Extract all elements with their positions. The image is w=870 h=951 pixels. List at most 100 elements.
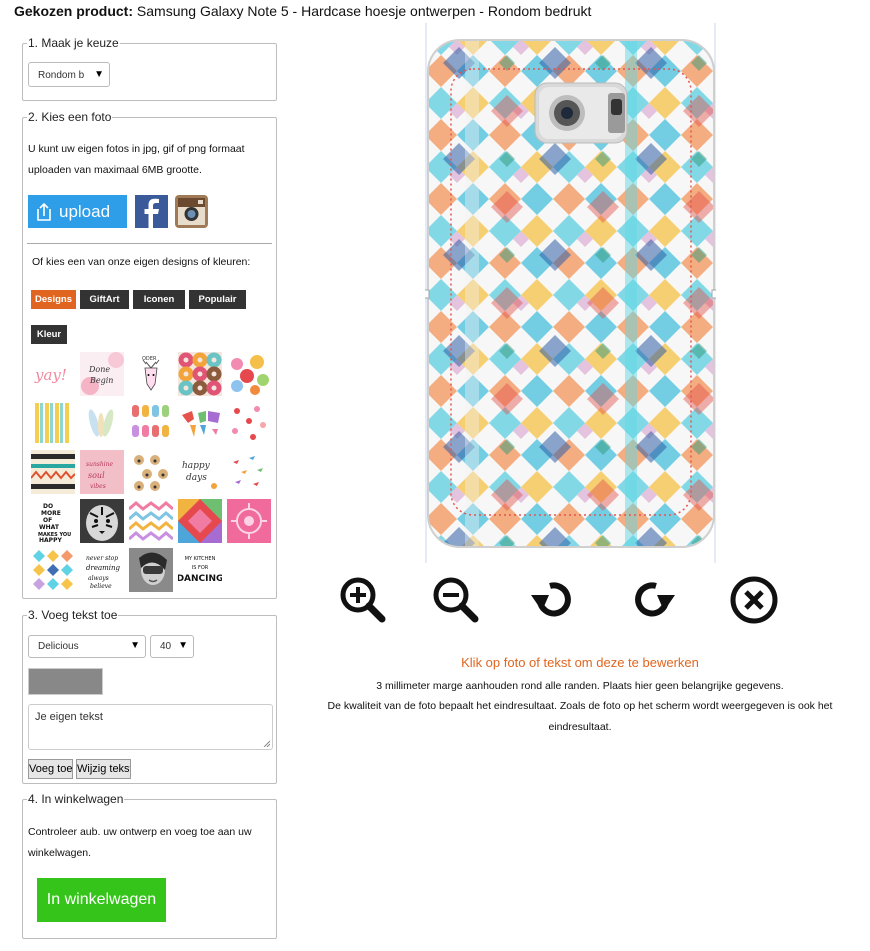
svg-text:believe: believe (90, 583, 112, 590)
product-name: Samsung Galaxy Note 5 - Hardcase hoesje … (136, 3, 592, 19)
step3-legend: 3. Voeg tekst toe (28, 608, 118, 622)
facebook-button[interactable] (135, 195, 168, 228)
step-photo-panel: 2. Kies een foto U kunt uw eigen fotos i… (22, 110, 277, 599)
svg-text:Begin: Begin (89, 376, 113, 385)
zoom-out-icon[interactable] (431, 575, 481, 625)
design-thumb-girl-photo[interactable] (129, 548, 173, 592)
cart-info-line1: Controleer aub. uw ontwerp en voeg toe a… (28, 826, 252, 838)
svg-text:dreaming: dreaming (86, 564, 121, 572)
svg-text:DO: DO (43, 503, 53, 510)
edit-text-button[interactable]: Wijzig tekst (76, 759, 131, 779)
svg-text:sunshine: sunshine (86, 461, 114, 468)
step1-legend: 1. Maak je keuze (28, 36, 119, 50)
svg-text:vibes: vibes (90, 483, 106, 490)
upload-label: upload (59, 202, 111, 221)
svg-text:never stop: never stop (86, 555, 118, 562)
design-thumb-triangles[interactable] (178, 499, 222, 543)
svg-text:Done: Done (88, 365, 110, 374)
product-title: Gekozen product: Samsung Galaxy Note 5 -… (14, 3, 591, 19)
upload-info-line2: uploaden van maximaal 6MB grootte. (28, 164, 202, 176)
design-thumb-feathers[interactable] (80, 401, 124, 445)
design-thumb-flowers[interactable] (227, 352, 271, 396)
design-thumb-popsicles[interactable] (129, 401, 173, 445)
add-to-cart-button[interactable]: In winkelwagen (37, 878, 166, 922)
upload-button[interactable]: upload (28, 195, 127, 228)
font-size-select[interactable]: 40 ▼ (150, 635, 194, 658)
product-label: Gekozen product: (14, 3, 134, 19)
design-thumb-birds[interactable] (227, 450, 271, 494)
design-thumb-florals-red[interactable] (227, 401, 271, 445)
rotate-left-icon[interactable] (528, 575, 578, 625)
step4-legend: 4. In winkelwagen (28, 792, 124, 806)
instagram-button[interactable] (175, 195, 208, 228)
step-choice-panel: 1. Maak je keuze Rondom b ▼ (22, 36, 277, 101)
chevron-down-icon: ▼ (178, 640, 188, 651)
step-cart-panel: 4. In winkelwagen Controleer aub. uw ont… (22, 792, 277, 939)
design-thumb-diamonds[interactable] (31, 548, 75, 592)
svg-text:soul: soul (88, 471, 105, 480)
design-thumb-deer[interactable]: ODER (129, 352, 173, 396)
design-thumb-my-kitchen[interactable]: MY KITCHEN IS FOR DANCING (178, 548, 222, 592)
svg-text:IS FOR: IS FOR (192, 565, 209, 571)
font-family-value: Delicious (38, 641, 79, 652)
upload-icon (37, 202, 51, 221)
design-thumb-do-more[interactable]: DOMOREOF WHATMAKES YOUHAPPY (31, 499, 75, 543)
design-thumb-pink-pattern[interactable] (227, 499, 271, 543)
svg-text:WHAT: WHAT (39, 524, 60, 531)
design-thumb-world-map[interactable] (178, 401, 222, 445)
quality-notice-line2: eindresultaat. (548, 721, 612, 733)
svg-text:yay!: yay! (34, 366, 67, 384)
resize-handle-right[interactable] (711, 289, 721, 299)
chevron-down-icon: ▼ (94, 69, 104, 80)
tab-giftart[interactable]: GiftArt (80, 290, 129, 309)
design-thumb-yay[interactable]: yay! (31, 352, 75, 396)
tab-designs[interactable]: Designs (31, 290, 76, 309)
delete-icon[interactable] (729, 575, 779, 625)
svg-text:MY KITCHEN: MY KITCHEN (185, 556, 216, 562)
design-thumb-happy-days[interactable]: happy days (178, 450, 222, 494)
design-thumb-done-begin[interactable]: Done Begin (80, 352, 124, 396)
step-text-panel: 3. Voeg tekst toe Delicious ▼ 40 ▼ Je ei… (22, 608, 277, 784)
tab-populair[interactable]: Populair (189, 290, 246, 309)
print-option-select[interactable]: Rondom b ▼ (28, 62, 110, 87)
print-option-value: Rondom b (38, 70, 85, 81)
resize-handle-icon[interactable] (263, 740, 270, 747)
custom-text-placeholder: Je eigen tekst (35, 711, 103, 723)
design-thumb-chevrons[interactable] (129, 499, 173, 543)
design-thumb-script-quote[interactable]: never stop dreaming alwaysbelieve (80, 548, 124, 592)
svg-text:OF: OF (43, 517, 52, 524)
design-thumb-aztec[interactable] (31, 450, 75, 494)
font-family-select[interactable]: Delicious ▼ (28, 635, 146, 658)
design-thumb-pugs[interactable] (129, 450, 173, 494)
divider (27, 243, 272, 244)
text-color-picker[interactable] (28, 668, 103, 695)
cart-info-line2: winkelwagen. (28, 847, 92, 859)
svg-text:happy: happy (182, 461, 211, 471)
svg-text:MORE: MORE (41, 510, 61, 517)
step2-legend: 2. Kies een foto (28, 110, 112, 124)
design-thumb-pink-quote[interactable]: sunshine soul vibes (80, 450, 124, 494)
font-size-value: 40 (160, 641, 172, 652)
margin-notice: 3 millimeter marge aanhouden rond alle r… (376, 680, 784, 692)
phone-case-preview[interactable] (420, 23, 721, 563)
zoom-in-icon[interactable] (338, 575, 388, 625)
tab-iconen[interactable]: Iconen (133, 290, 185, 309)
tab-kleur[interactable]: Kleur (31, 325, 67, 344)
svg-text:always: always (88, 575, 109, 582)
chevron-down-icon: ▼ (130, 640, 140, 651)
svg-text:HAPPY: HAPPY (39, 537, 62, 543)
instagram-icon (178, 198, 205, 225)
design-thumb-tiger[interactable] (80, 499, 124, 543)
quality-notice-line1: De kwaliteit van de foto bepaalt het ein… (327, 700, 833, 712)
rotate-right-icon[interactable] (628, 575, 678, 625)
design-thumb-donuts[interactable] (178, 352, 222, 396)
custom-text-input[interactable]: Je eigen tekst (28, 704, 273, 750)
facebook-icon (144, 198, 159, 228)
resize-handle-left[interactable] (420, 289, 430, 299)
svg-text:days: days (186, 473, 207, 483)
design-thumb-stripes-dots[interactable] (31, 401, 75, 445)
edit-hint: Klik op foto of tekst om deze te bewerke… (461, 655, 699, 670)
phone-case-canvas[interactable] (420, 23, 721, 563)
add-text-button[interactable]: Voeg toe (28, 759, 73, 779)
svg-text:DANCING: DANCING (178, 574, 222, 584)
